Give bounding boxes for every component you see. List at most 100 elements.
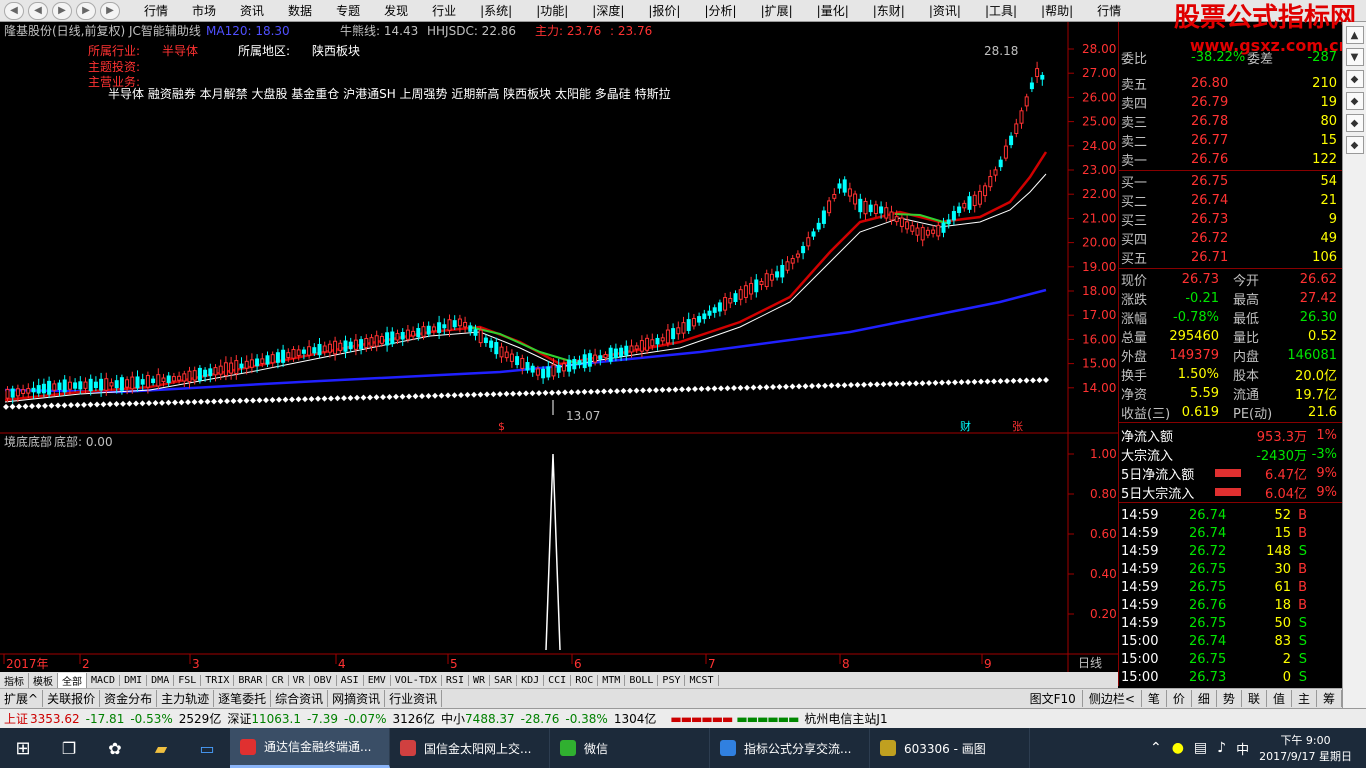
indicator-tab-15[interactable]: RSI xyxy=(442,674,469,686)
indicator-tab-7[interactable]: TRIX xyxy=(201,674,235,686)
menu-item-17[interactable]: |帮助| xyxy=(1029,2,1085,19)
ime-icon[interactable]: 中 xyxy=(1236,739,1249,758)
indicator-tab-22[interactable]: BOLL xyxy=(625,674,659,686)
tool2-icon[interactable]: ◆ xyxy=(1345,92,1364,110)
indicator-tab-9[interactable]: CR xyxy=(267,674,289,686)
taskbar-task-3[interactable]: 指标公式分享交流... xyxy=(710,728,870,768)
forward-button[interactable]: ▶ xyxy=(52,1,72,20)
side-tab-1[interactable]: 侧边栏< xyxy=(1083,690,1142,707)
taskbar-task-0[interactable]: 通达信金融终端通... xyxy=(230,728,390,768)
indicator-tab-16[interactable]: WR xyxy=(469,674,491,686)
side-tab-2[interactable]: 笔 xyxy=(1142,690,1167,707)
side-tab-9[interactable]: 筹 xyxy=(1317,690,1342,707)
tray-up-icon[interactable]: ⌃ xyxy=(1150,740,1162,756)
indicator-tab-10[interactable]: VR xyxy=(289,674,310,686)
indicator-tab-8[interactable]: BRAR xyxy=(234,674,268,686)
indicator-tab-14[interactable]: VOL-TDX xyxy=(391,674,442,686)
side-tab-6[interactable]: 联 xyxy=(1242,690,1267,707)
menu-item-18[interactable]: 行情 xyxy=(1085,2,1133,19)
sub-value: 底部: 0.00 xyxy=(54,434,113,449)
menu-item-8[interactable]: |功能| xyxy=(524,2,580,19)
quote-row: 15:00 26.73 0 S xyxy=(1119,668,1343,686)
down-icon[interactable]: ▼ xyxy=(1345,48,1364,66)
indicator-tab-13[interactable]: EMV xyxy=(364,674,391,686)
zx-label[interactable]: 中小 xyxy=(441,710,465,727)
side-tab-3[interactable]: 价 xyxy=(1167,690,1192,707)
clock[interactable]: 下午 9:00 2017/9/17 星期日 xyxy=(1259,732,1352,764)
indicator-tab-6[interactable]: FSL xyxy=(174,674,202,686)
up-icon[interactable]: ▲ xyxy=(1345,26,1364,44)
menu-item-3[interactable]: 数据 xyxy=(276,2,324,19)
indicator-tab-19[interactable]: CCI xyxy=(544,674,572,686)
candle-body xyxy=(988,175,993,188)
indicator-tab-21[interactable]: MTM xyxy=(598,674,626,686)
menu-item-13[interactable]: |量化| xyxy=(805,2,861,19)
menu-item-16[interactable]: |工具| xyxy=(973,2,1029,19)
indicator-tab-2[interactable]: 全部 xyxy=(58,672,87,688)
menu-item-4[interactable]: 专题 xyxy=(324,2,372,19)
indicator-tab-11[interactable]: OBV xyxy=(310,674,337,686)
windows-start-icon[interactable]: ⊞ xyxy=(0,728,46,768)
sh-label[interactable]: 上证 xyxy=(4,710,28,727)
menu-item-14[interactable]: |东财| xyxy=(861,2,917,19)
menu-item-10[interactable]: |报价| xyxy=(636,2,692,19)
indicator-tab-18[interactable]: KDJ xyxy=(517,674,545,686)
sh-pct: -0.53% xyxy=(130,711,173,726)
side-tab-4[interactable]: 细 xyxy=(1192,690,1217,707)
menu-item-9[interactable]: |深度| xyxy=(580,2,636,19)
menu-item-15[interactable]: |资讯| xyxy=(917,2,973,19)
period-label[interactable]: 日线 xyxy=(1078,656,1102,670)
taskbar-task-4[interactable]: 603306 - 画图 xyxy=(870,728,1030,768)
candle-body xyxy=(619,347,624,357)
bottom-tab-4[interactable]: 逐笔委托 xyxy=(214,690,272,707)
network-icon[interactable]: ▤ xyxy=(1194,740,1207,756)
indicator-tab-20[interactable]: ROC xyxy=(571,674,599,686)
indicator-tab-23[interactable]: PSY xyxy=(658,674,686,686)
back2-button[interactable]: ◀ xyxy=(28,1,48,20)
bottom-tab-1[interactable]: 关联报价 xyxy=(43,690,101,707)
taskbar-task-1[interactable]: 国信金太阳网上交... xyxy=(390,728,550,768)
kline-chart[interactable]: 28.0027.0026.0025.0024.0023.0022.0021.00… xyxy=(0,22,1118,674)
bottom-tab-0[interactable]: 扩展^ xyxy=(0,690,44,707)
indicator-tab-4[interactable]: DMI xyxy=(120,674,148,686)
bottom-tab-3[interactable]: 主力轨迹 xyxy=(157,690,215,707)
side-tab-8[interactable]: 主 xyxy=(1292,690,1317,707)
back-button[interactable]: ◀ xyxy=(4,1,24,20)
taskbar-task-2[interactable]: 微信 xyxy=(550,728,710,768)
indicator-tab-5[interactable]: DMA xyxy=(147,674,175,686)
menu-item-12[interactable]: |扩展| xyxy=(749,2,805,19)
indicator-tab-17[interactable]: SAR xyxy=(490,674,518,686)
forward2-button[interactable]: ▶ xyxy=(76,1,96,20)
bottom-tab-6[interactable]: 网摘资讯 xyxy=(328,690,386,707)
menu-item-2[interactable]: 资讯 xyxy=(228,2,276,19)
indicator-tab-1[interactable]: 模板 xyxy=(29,672,58,688)
app-icon[interactable]: ✿ xyxy=(92,728,138,768)
menu-item-5[interactable]: 发现 xyxy=(372,2,420,19)
monitor-icon[interactable]: ▭ xyxy=(184,728,230,768)
bottom-tab-5[interactable]: 综合资讯 xyxy=(271,690,329,707)
sz-label[interactable]: 深证 xyxy=(227,710,251,727)
volume-icon[interactable]: ♪ xyxy=(1217,740,1226,756)
indicator-tab-0[interactable]: 指标 xyxy=(0,672,29,688)
task-view-icon[interactable]: ❐ xyxy=(46,728,92,768)
bottom-tab-7[interactable]: 行业资讯 xyxy=(385,690,443,707)
candle-body xyxy=(728,297,733,304)
side-tab-7[interactable]: 值 xyxy=(1267,690,1292,707)
tray-app-icon[interactable]: ● xyxy=(1172,740,1184,756)
tool3-icon[interactable]: ◆ xyxy=(1345,114,1364,132)
side-tab-5[interactable]: 势 xyxy=(1217,690,1242,707)
menu-item-7[interactable]: |系统| xyxy=(468,2,524,19)
tool4-icon[interactable]: ◆ xyxy=(1345,136,1364,154)
indicator-tab-12[interactable]: ASI xyxy=(337,674,364,686)
bottom-tab-2[interactable]: 资金分布 xyxy=(100,690,158,707)
forward3-button[interactable]: ▶ xyxy=(100,1,120,20)
menu-item-6[interactable]: 行业 xyxy=(420,2,468,19)
side-tab-0[interactable]: 图文F10 xyxy=(1024,690,1083,707)
indicator-tab-3[interactable]: MACD xyxy=(87,674,121,686)
menu-item-1[interactable]: 市场 xyxy=(180,2,228,19)
folder-icon[interactable]: ▰ xyxy=(138,728,184,768)
menu-item-11[interactable]: |分析| xyxy=(692,2,748,19)
indicator-tab-24[interactable]: MCST xyxy=(685,674,719,686)
tool-icon[interactable]: ◆ xyxy=(1345,70,1364,88)
menu-item-0[interactable]: 行情 xyxy=(132,2,180,19)
